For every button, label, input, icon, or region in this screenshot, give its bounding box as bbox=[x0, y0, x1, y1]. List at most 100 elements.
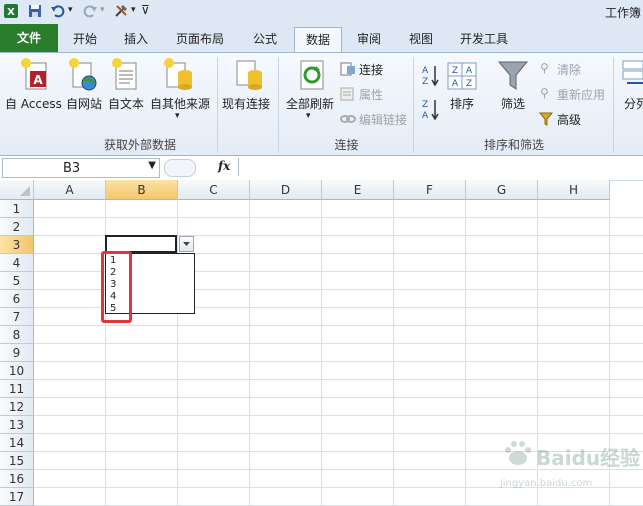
highlight-annotation-box bbox=[101, 251, 132, 323]
column-header[interactable]: G bbox=[466, 180, 538, 200]
row-header[interactable]: 14 bbox=[0, 434, 34, 452]
grid-column-line bbox=[177, 200, 178, 506]
tab-view[interactable]: 视图 bbox=[400, 27, 442, 51]
refresh-all-icon bbox=[300, 60, 324, 90]
row-header[interactable]: 11 bbox=[0, 380, 34, 398]
tab-developer[interactable]: 开发工具 bbox=[452, 27, 516, 51]
svg-text:X: X bbox=[7, 7, 15, 18]
reapply-icon: ⚲ bbox=[540, 86, 549, 100]
grid-row-line bbox=[34, 433, 643, 434]
existing-connections-button[interactable]: 现有连接 bbox=[222, 95, 270, 112]
sort-descending-icon[interactable]: ZA bbox=[421, 97, 441, 123]
row-header[interactable]: 15 bbox=[0, 452, 34, 470]
row-header[interactable]: 1 bbox=[0, 200, 34, 218]
access-database-icon: A bbox=[21, 58, 47, 90]
existing-connections-icon bbox=[236, 60, 262, 90]
row-header[interactable]: 9 bbox=[0, 344, 34, 362]
formula-bar: B3 ▼ fx bbox=[0, 156, 643, 181]
insert-function-icon[interactable]: fx bbox=[218, 159, 230, 173]
grid-column-line bbox=[249, 200, 250, 506]
row-header[interactable]: 5 bbox=[0, 272, 34, 290]
from-other-sources-button[interactable]: 自其他来源 bbox=[150, 95, 210, 112]
column-header[interactable]: C bbox=[178, 180, 250, 200]
watermark-url: jingyan.baidu.com bbox=[500, 478, 593, 489]
other-sources-icon bbox=[164, 58, 192, 90]
tab-home[interactable]: 开始 bbox=[64, 27, 106, 51]
group-separator bbox=[413, 57, 414, 153]
column-header[interactable]: D bbox=[250, 180, 322, 200]
sort-dialog-icon: ZA AZ bbox=[447, 62, 477, 90]
save-icon[interactable] bbox=[27, 3, 43, 19]
sort-ascending-icon[interactable]: AZ bbox=[421, 63, 441, 89]
svg-text:Z: Z bbox=[422, 77, 428, 87]
row-header[interactable]: 8 bbox=[0, 326, 34, 344]
row-header[interactable]: 7 bbox=[0, 308, 34, 326]
filter-button[interactable]: 筛选 bbox=[501, 95, 525, 112]
refresh-all-dropdown-icon[interactable]: ▾ bbox=[306, 111, 311, 121]
validation-dropdown-button[interactable] bbox=[179, 236, 194, 252]
group-label-external-data: 获取外部数据 bbox=[103, 138, 176, 152]
grid-row-line bbox=[34, 325, 643, 326]
row-header[interactable]: 17 bbox=[0, 488, 34, 506]
baidu-paw-logo bbox=[505, 441, 531, 465]
group-separator bbox=[278, 57, 279, 153]
grid-row-line bbox=[34, 397, 643, 398]
reapply-button[interactable]: 重新应用 bbox=[557, 86, 605, 103]
edit-links-icon bbox=[340, 115, 356, 123]
connections-icon bbox=[340, 62, 355, 76]
web-page-icon bbox=[69, 58, 97, 91]
connections-button[interactable]: 连接 bbox=[359, 61, 383, 78]
row-header[interactable]: 10 bbox=[0, 362, 34, 380]
from-text-button[interactable]: 自文本 bbox=[108, 95, 144, 112]
tab-data[interactable]: 数据 bbox=[294, 27, 342, 53]
grid-column-line bbox=[465, 200, 466, 506]
row-header[interactable]: 13 bbox=[0, 416, 34, 434]
select-all-corner[interactable] bbox=[0, 180, 34, 200]
row-header[interactable]: 3 bbox=[0, 236, 34, 254]
grid-column-line bbox=[321, 200, 322, 506]
grid-row-line bbox=[34, 361, 643, 362]
svg-text:Z: Z bbox=[466, 79, 472, 89]
select-all-icon bbox=[20, 186, 30, 196]
undo-icon[interactable] bbox=[50, 3, 66, 19]
redo-icon[interactable] bbox=[82, 3, 98, 19]
refresh-all-button[interactable]: 全部刷新 bbox=[286, 95, 334, 112]
formula-bar-toggle[interactable] bbox=[164, 159, 196, 177]
tools-icon[interactable] bbox=[113, 3, 129, 19]
name-box-dropdown-icon[interactable]: ▼ bbox=[148, 160, 156, 171]
customize-quick-access-icon[interactable]: ⊽ bbox=[141, 3, 151, 19]
clear-button[interactable]: 清除 bbox=[557, 61, 581, 78]
text-to-columns-button[interactable]: 分列 bbox=[624, 95, 643, 112]
tab-formulas[interactable]: 公式 bbox=[244, 27, 286, 51]
from-access-button[interactable]: 自 Access bbox=[5, 95, 62, 112]
properties-icon bbox=[340, 87, 354, 101]
tab-insert[interactable]: 插入 bbox=[115, 27, 157, 51]
tab-file[interactable]: 文件 bbox=[0, 24, 58, 52]
grid-row-line bbox=[34, 217, 643, 218]
advanced-button[interactable]: 高级 bbox=[557, 111, 581, 128]
name-box[interactable]: B3 ▼ bbox=[2, 158, 160, 178]
tab-page-layout[interactable]: 页面布局 bbox=[168, 27, 232, 51]
from-web-button[interactable]: 自网站 bbox=[66, 95, 102, 112]
text-to-columns-icon bbox=[622, 60, 643, 84]
row-header[interactable]: 2 bbox=[0, 218, 34, 236]
other-sources-dropdown-icon[interactable]: ▾ bbox=[175, 111, 180, 121]
title-bar: X ▾ ▾ ▾ ⊽ 工作簿 bbox=[0, 0, 643, 25]
svg-text:A: A bbox=[452, 79, 459, 89]
column-header[interactable]: B bbox=[106, 180, 178, 200]
column-header[interactable]: F bbox=[394, 180, 466, 200]
ribbon: A 自 Access 自网站 自文本 自其他来源 ▾ 现有连接 获取外部数据 全… bbox=[0, 52, 643, 156]
excel-logo-icon: X bbox=[4, 4, 18, 18]
column-header[interactable]: H bbox=[538, 180, 610, 200]
column-header[interactable]: E bbox=[322, 180, 394, 200]
row-header[interactable]: 12 bbox=[0, 398, 34, 416]
row-header[interactable]: 16 bbox=[0, 470, 34, 488]
column-header[interactable]: A bbox=[34, 180, 106, 200]
formula-input[interactable] bbox=[238, 158, 643, 176]
row-header[interactable]: 6 bbox=[0, 290, 34, 308]
edit-links-button[interactable]: 编辑链接 bbox=[359, 111, 407, 128]
row-header[interactable]: 4 bbox=[0, 254, 34, 272]
sort-button[interactable]: 排序 bbox=[450, 95, 474, 112]
properties-button[interactable]: 属性 bbox=[359, 86, 383, 103]
tab-review[interactable]: 审阅 bbox=[348, 27, 390, 51]
